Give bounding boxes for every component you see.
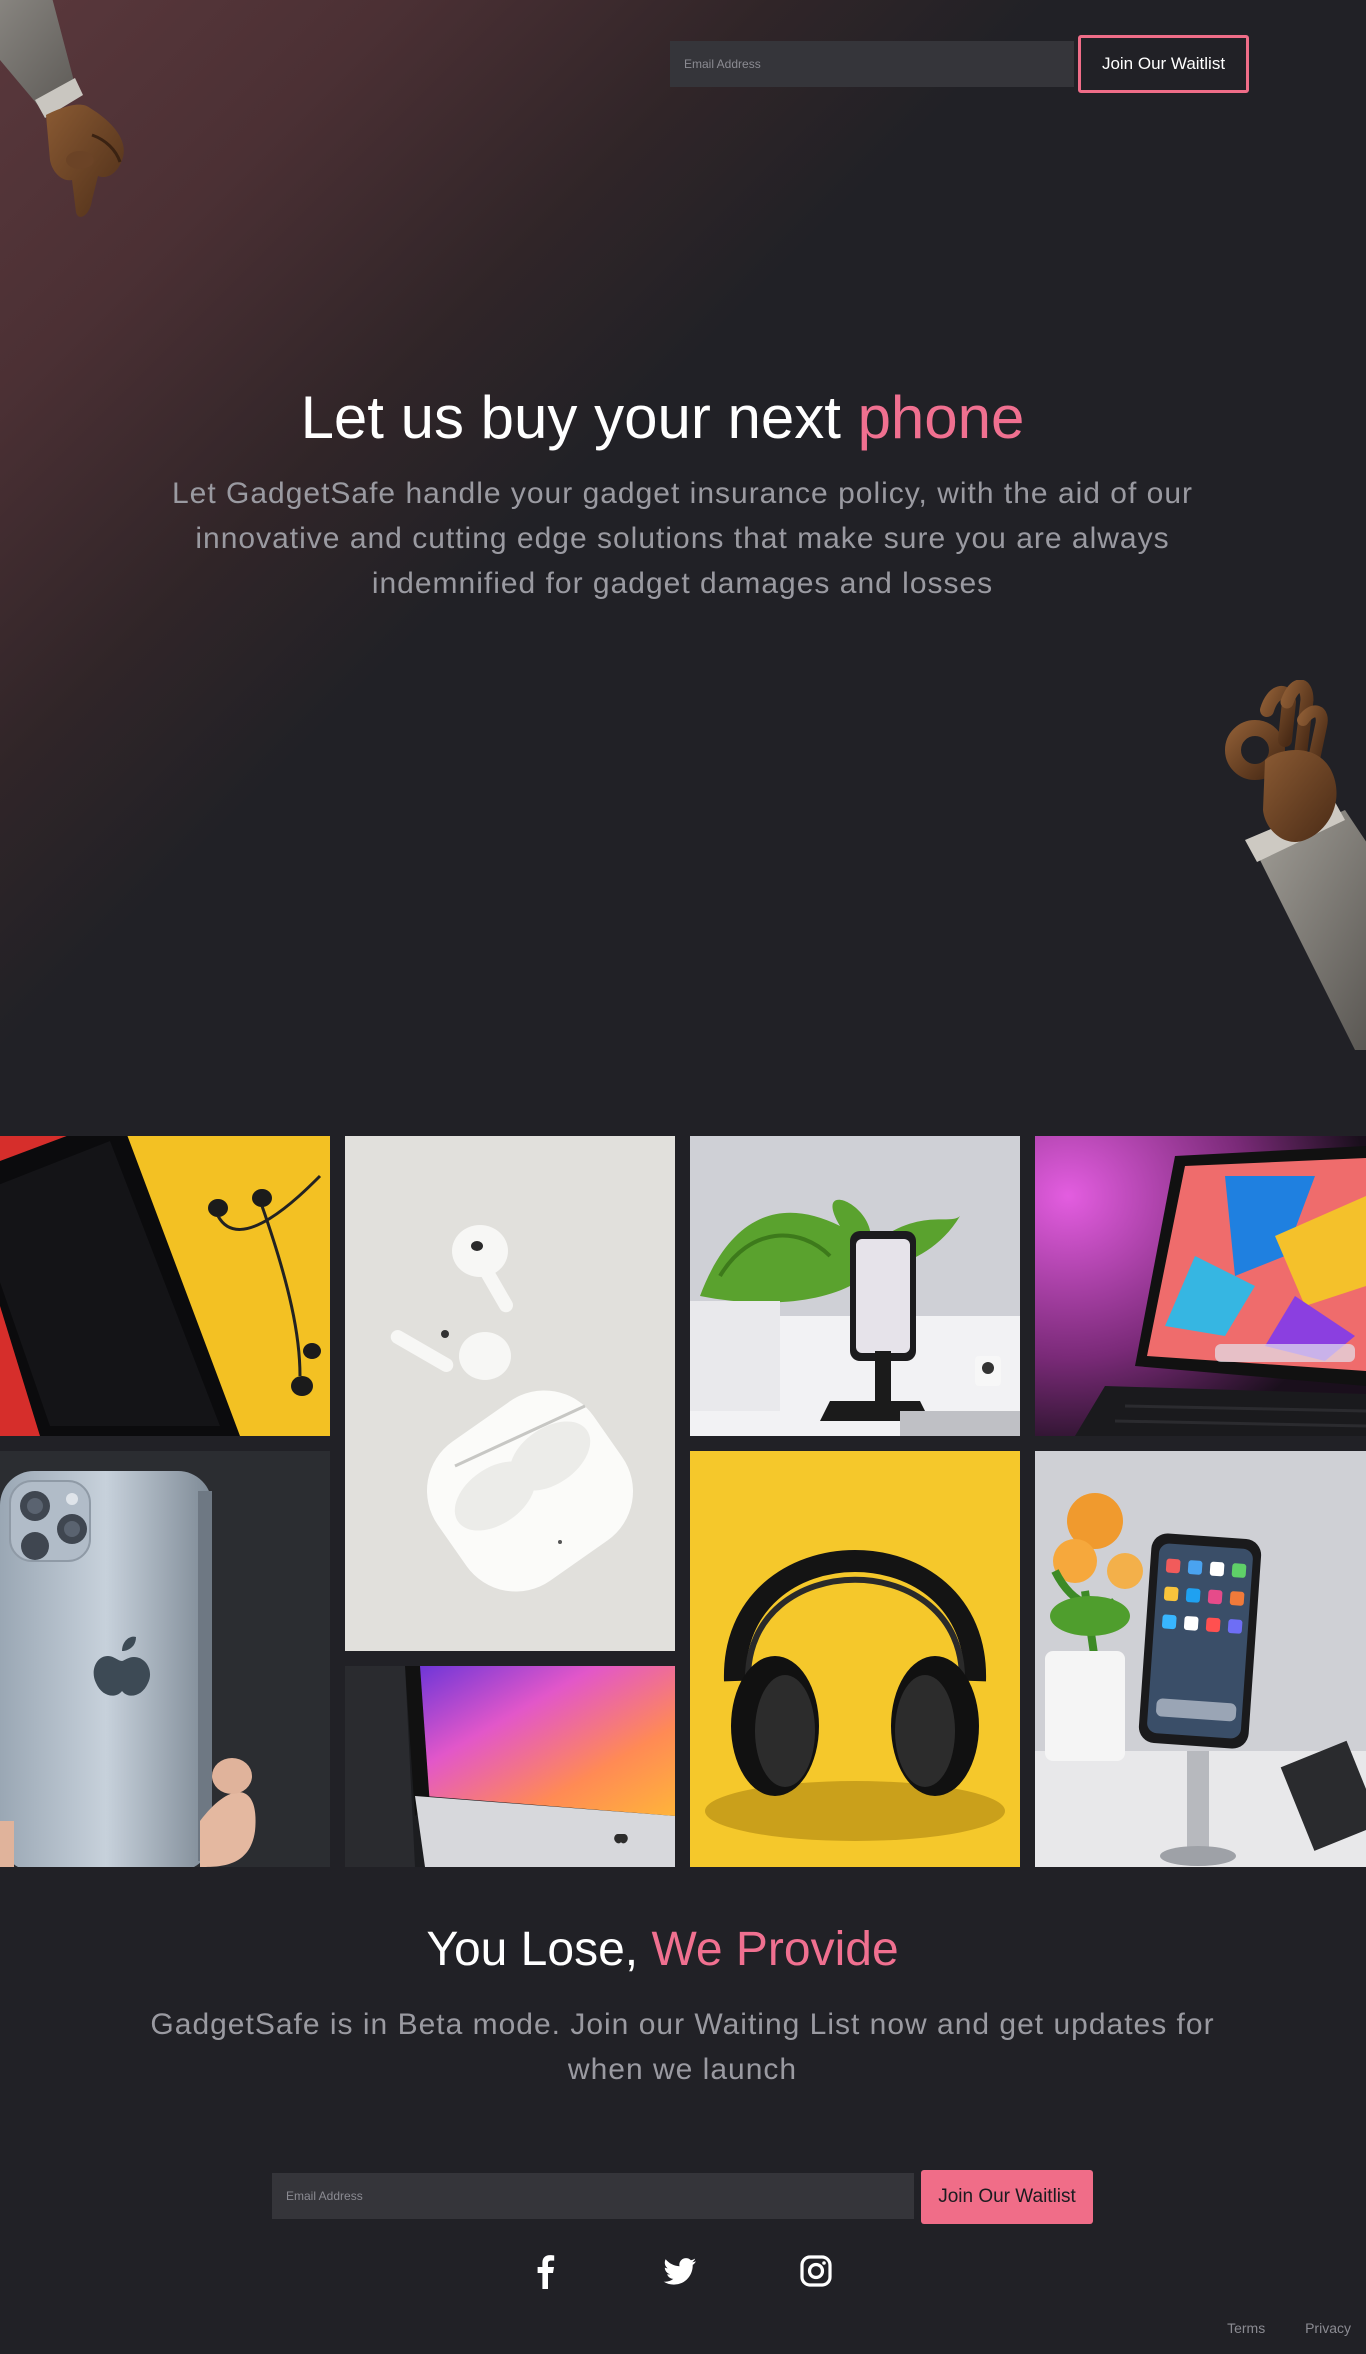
header-waitlist-form: Join Our Waitlist	[670, 35, 1250, 93]
gadget-photo-gallery	[0, 1136, 1366, 1867]
twitter-icon[interactable]	[662, 2253, 698, 2289]
section-title-accent: We Provide	[651, 1923, 899, 1976]
terms-link[interactable]: Terms	[1227, 2320, 1265, 2336]
footer-links: Terms Privacy	[1191, 2320, 1351, 2336]
section-title-main: You Lose,	[426, 1923, 652, 1976]
header-email-input[interactable]	[670, 41, 1074, 87]
header-join-waitlist-button[interactable]: Join Our Waitlist	[1078, 35, 1249, 93]
hero-title: Let us buy your next phone	[0, 378, 1325, 458]
hero-subtitle: Let GadgetSafe handle your gadget insura…	[171, 477, 1194, 600]
signup-waitlist-form: Join Our Waitlist	[272, 2170, 1094, 2224]
hero-section: Join Our Waitlist Let us buy your next p…	[0, 0, 1366, 1136]
phone-earphones-photo	[0, 1136, 330, 1436]
signup-email-input[interactable]	[272, 2173, 914, 2219]
hand-illustration-right	[1225, 680, 1366, 1050]
privacy-link[interactable]: Privacy	[1305, 2320, 1351, 2336]
instagram-icon[interactable]	[798, 2253, 834, 2289]
iphone-back-photo	[0, 1451, 330, 1867]
facebook-icon[interactable]	[528, 2253, 564, 2289]
iphone-flower-photo	[1035, 1451, 1366, 1867]
hero-title-accent: phone	[857, 384, 1025, 451]
hero-title-main: Let us buy your next	[300, 384, 858, 451]
section-subtitle: GadgetSafe is in Beta mode. Join our Wai…	[150, 2008, 1215, 2086]
social-links	[528, 2253, 848, 2289]
signup-join-waitlist-button[interactable]: Join Our Waitlist	[921, 2170, 1093, 2224]
iphone-stand-photo	[690, 1136, 1020, 1436]
section-title: You Lose, We Provide	[0, 1915, 1325, 1985]
airpods-photo	[345, 1136, 675, 1651]
ipad-photo	[1035, 1136, 1366, 1436]
imac-photo	[345, 1666, 675, 1867]
headphones-photo	[690, 1451, 1020, 1867]
hand-illustration-left	[0, 0, 124, 217]
